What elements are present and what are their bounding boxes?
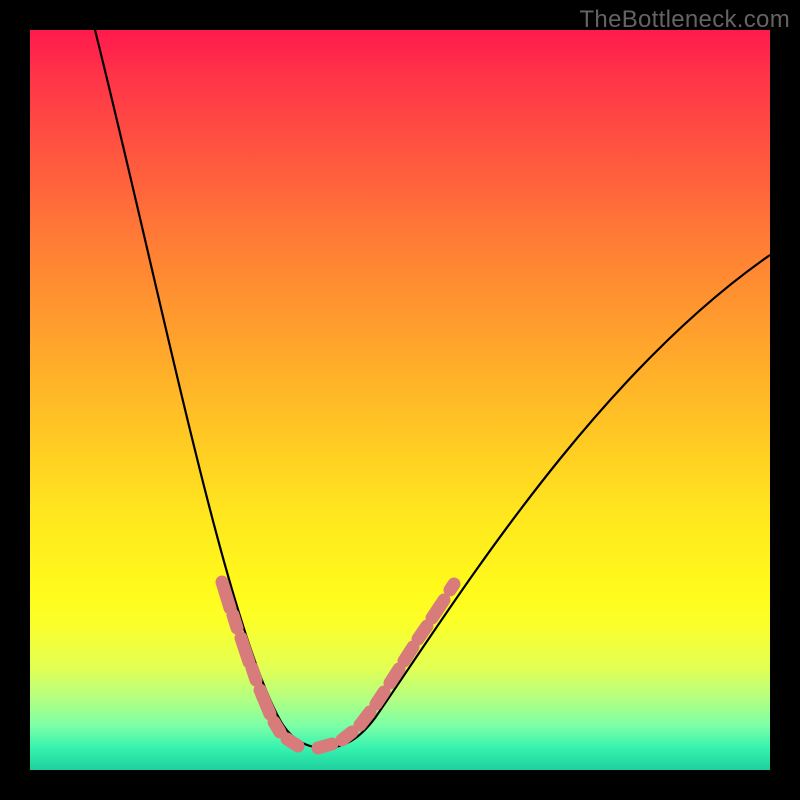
- left-marker: [260, 690, 270, 714]
- watermark-text: TheBottleneck.com: [579, 6, 790, 34]
- curve-line: [95, 30, 770, 748]
- left-marker: [222, 582, 230, 608]
- right-marker: [342, 732, 352, 740]
- plot-area: [30, 30, 770, 770]
- right-marker-group: [318, 584, 454, 748]
- right-marker: [390, 669, 399, 683]
- right-marker: [418, 626, 427, 639]
- right-marker: [432, 600, 444, 618]
- right-marker: [318, 744, 332, 748]
- right-marker: [360, 712, 370, 725]
- left-marker-group: [222, 582, 298, 746]
- left-marker: [241, 638, 249, 662]
- left-marker: [252, 668, 256, 680]
- left-marker: [233, 615, 237, 628]
- right-marker: [376, 692, 384, 704]
- left-marker: [274, 722, 280, 732]
- left-marker: [287, 739, 298, 746]
- chart-svg: [30, 30, 770, 770]
- right-marker: [404, 647, 413, 661]
- right-marker: [450, 584, 454, 590]
